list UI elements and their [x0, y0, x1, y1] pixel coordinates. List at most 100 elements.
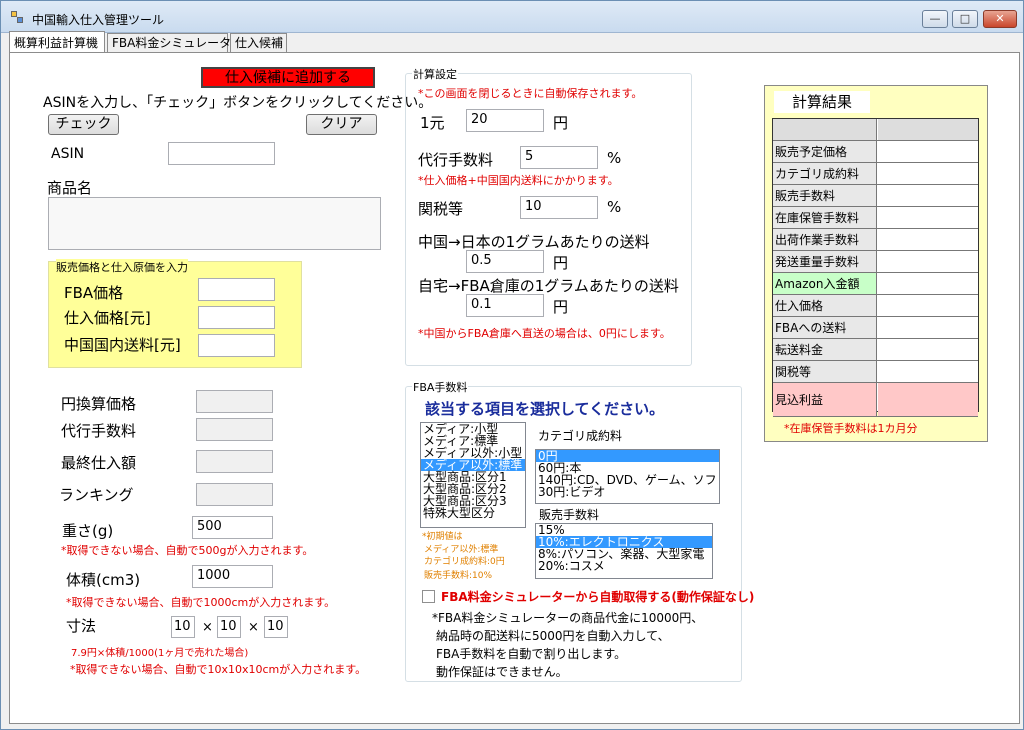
- results-row: FBAへの送料: [773, 317, 978, 339]
- dimension-2-input[interactable]: 10: [217, 616, 241, 638]
- title-bar: 中国輸入仕入管理ツール — □ ✕: [1, 1, 1023, 33]
- agency-rate-label: 代行手数料: [418, 151, 494, 169]
- results-row-label: 関税等: [773, 361, 877, 382]
- app-window: 中国輸入仕入管理ツール — □ ✕ 概算利益計算機 FBA料金シミュレーター 仕…: [0, 0, 1024, 730]
- initial-value-note: *初期値は: [422, 532, 463, 542]
- results-row: 関税等: [773, 361, 978, 383]
- fba-fee-title: FBA手数料: [412, 379, 469, 395]
- clear-button[interactable]: クリア: [306, 114, 377, 135]
- add-candidate-button[interactable]: 仕入候補に追加する: [201, 67, 375, 88]
- asin-input[interactable]: [168, 142, 275, 165]
- yuan-rate-input[interactable]: 20: [466, 109, 544, 132]
- home-fba-shipping-input[interactable]: 0.1: [466, 294, 544, 317]
- category-fee-list[interactable]: 0円 60円:本 140円:CD、DVD、ゲーム、ソフト 30円:ビデオ: [535, 449, 720, 504]
- percent-unit: %: [607, 198, 622, 216]
- calc-settings-group: 計算設定 *この画面を閉じるときに自動保存されます。 1元 20 円 代行手数料…: [405, 66, 692, 366]
- maximize-button[interactable]: □: [952, 10, 978, 28]
- initial-value-category: カテゴリ成約料:0円: [424, 557, 505, 567]
- purchase-price-label: 仕入価格[元]: [64, 309, 151, 327]
- close-button[interactable]: ✕: [983, 10, 1017, 28]
- auto-fetch-note-3: FBA手数料を自動で割り出します。: [436, 647, 627, 661]
- dimension-3-input[interactable]: 10: [264, 616, 288, 638]
- times-sign: ×: [202, 620, 213, 635]
- minimize-button[interactable]: —: [922, 10, 948, 28]
- agency-rate-input[interactable]: 5: [520, 146, 598, 169]
- sales-fee-list[interactable]: 15% 10%:エレクトロニクス 8%:パソコン、楽器、大型家電 20%:コスメ: [535, 523, 713, 579]
- product-name-label: 商品名: [47, 179, 93, 197]
- results-row: 在庫保管手数料: [773, 207, 978, 229]
- yen-price-label: 円換算価格: [61, 395, 137, 413]
- results-row-value: [878, 141, 978, 162]
- ranking-output: [196, 483, 273, 506]
- category-fee-label: カテゴリ成約料: [538, 429, 623, 443]
- auto-fetch-checkbox[interactable]: [422, 590, 435, 603]
- results-row-label: 販売手数料: [773, 185, 877, 206]
- ranking-label: ランキング: [59, 486, 134, 504]
- tab-profit-calculator[interactable]: 概算利益計算機: [9, 31, 105, 53]
- results-row-label: 仕入価格: [773, 295, 877, 316]
- results-row: 販売予定価格: [773, 141, 978, 163]
- results-row-value: [878, 251, 978, 272]
- autosave-note: *この画面を閉じるときに自動保存されます。: [418, 87, 643, 100]
- price-input-group: 販売価格と仕入原価を入力 FBA価格 仕入価格[元] 中国国内送料[元]: [48, 259, 302, 368]
- tab-candidates[interactable]: 仕入候補: [230, 33, 287, 53]
- fba-price-input[interactable]: [198, 278, 275, 301]
- sales-fee-option[interactable]: 20%:コスメ: [536, 560, 712, 572]
- weight-note: *取得できない場合、自動で500gが入力されます。: [61, 544, 314, 557]
- results-row-value: [878, 383, 978, 416]
- volume-input[interactable]: 1000: [192, 565, 273, 588]
- volume-note: *取得できない場合、自動で1000cmが入力されます。: [66, 596, 336, 609]
- domestic-shipping-label: 中国国内送料[元]: [64, 336, 181, 354]
- auto-fetch-label: FBA料金シミュレーターから自動取得する(動作保証なし): [441, 590, 755, 604]
- dimensions-default-note: *取得できない場合、自動で10x10x10cmが入力されます。: [70, 663, 367, 676]
- check-button[interactable]: チェック: [48, 114, 119, 135]
- volume-label: 体積(cm3): [66, 571, 141, 589]
- category-fee-option[interactable]: 30円:ビデオ: [536, 486, 719, 498]
- size-category-list[interactable]: メディア:小型 メディア:標準 メディア以外:小型 メディア以外:標準 大型商品:区分1…: [420, 422, 526, 528]
- results-panel: 計算結果 販売予定価格 カテゴリ成約料 販売手数料 在庫保管手数料 出荷作業手数料 発送重…: [764, 85, 988, 442]
- results-row-label: 発送重量手数料: [773, 251, 877, 272]
- yen-price-output: [196, 390, 273, 413]
- results-row: 仕入価格: [773, 295, 978, 317]
- weight-input[interactable]: 500: [192, 516, 273, 539]
- weight-label: 重さ(g): [62, 522, 114, 540]
- results-table: 販売予定価格 カテゴリ成約料 販売手数料 在庫保管手数料 出荷作業手数料 発送重量手数料 A…: [772, 118, 979, 417]
- results-row-label: 転送料金: [773, 339, 877, 360]
- size-category-option[interactable]: 特殊大型区分: [421, 507, 525, 519]
- results-row-label: Amazon入金額: [773, 273, 877, 294]
- auto-fetch-note-1: *FBA料金シミュレーターの商品代金に10000円、: [432, 611, 704, 625]
- cn-jp-shipping-label: 中国→日本の1グラムあたりの送料: [418, 233, 650, 251]
- results-row-label: カテゴリ成約料: [773, 163, 877, 184]
- product-name-field[interactable]: [48, 197, 381, 250]
- results-row-value: [878, 207, 978, 228]
- agency-fee-output: [196, 418, 273, 441]
- percent-unit: %: [607, 149, 622, 167]
- final-cost-output: [196, 450, 273, 473]
- cn-jp-shipping-input[interactable]: 0.5: [466, 250, 544, 273]
- results-row: カテゴリ成約料: [773, 163, 978, 185]
- yen-unit: 円: [553, 114, 569, 132]
- tariff-input[interactable]: 10: [520, 196, 598, 219]
- dimension-1-input[interactable]: 10: [171, 616, 195, 638]
- results-row: 販売手数料: [773, 185, 978, 207]
- purchase-price-input[interactable]: [198, 306, 275, 329]
- instruction-text: ASINを入力し、「チェック」ボタンをクリックしてください。: [43, 95, 433, 111]
- results-row-label: 在庫保管手数料: [773, 207, 877, 228]
- results-row: Amazon入金額: [773, 273, 978, 295]
- results-row-label: 見込利益: [773, 383, 877, 416]
- window-title: 中国輸入仕入管理ツール: [32, 13, 165, 27]
- fba-price-label: FBA価格: [64, 284, 124, 302]
- direct-shipping-note: *中国からFBA倉庫へ直送の場合は、0円にします。: [418, 327, 671, 340]
- domestic-shipping-input[interactable]: [198, 334, 275, 357]
- results-row-value: [878, 361, 978, 382]
- fba-fee-group: FBA手数料 該当する項目を選択してください。 メディア:小型 メディア:標準 メデ…: [405, 379, 754, 682]
- results-row: 転送料金: [773, 339, 978, 361]
- final-cost-label: 最終仕入額: [61, 454, 137, 472]
- storage-fee-note: *在庫保管手数料は1カ月分: [784, 422, 918, 435]
- tab-fba-simulator[interactable]: FBA料金シミュレーター: [107, 33, 243, 53]
- results-row-value: [878, 339, 978, 360]
- dimensions-label: 寸法: [66, 617, 97, 635]
- results-row-value: [878, 295, 978, 316]
- auto-fetch-note-2: 納品時の配送料に5000円を自動入力して、: [436, 629, 670, 643]
- asin-label: ASIN: [51, 146, 85, 162]
